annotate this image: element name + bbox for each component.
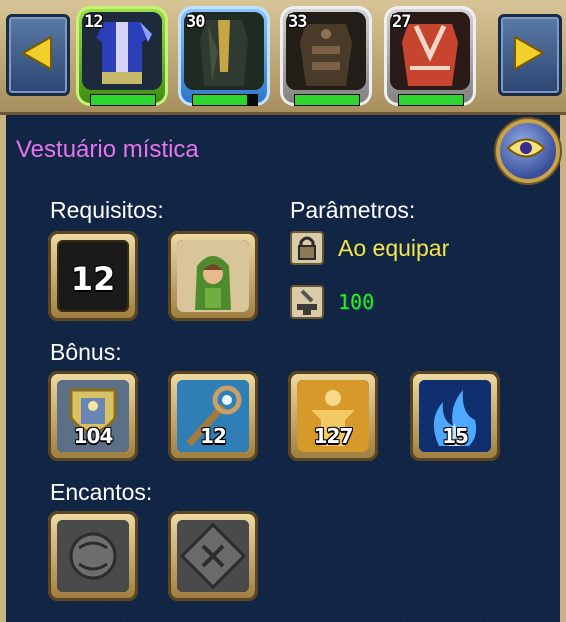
durability-bar — [398, 94, 464, 106]
bonus-value: 15 — [442, 424, 469, 448]
durability-bar-fill — [295, 95, 359, 105]
bonus-tile-3[interactable]: 127 — [288, 371, 378, 461]
durability-bar — [90, 94, 156, 106]
durability-bar — [294, 94, 360, 106]
required-level-tile[interactable]: 12 — [48, 231, 138, 321]
item-details-panel: Vestuário mística Requisitos: Parâmetros… — [0, 115, 566, 622]
requirements-heading: Requisitos: — [50, 197, 164, 223]
empty-enchant-slot-icon — [57, 520, 129, 592]
bonus-heading: Bônus: — [50, 339, 122, 365]
equipment-slot-2[interactable]: 30 — [178, 6, 270, 106]
durability-bar-fill — [399, 95, 463, 105]
durability-row: 100 — [290, 285, 374, 319]
required-class-tile[interactable] — [168, 231, 258, 321]
bonus-value: 127 — [313, 424, 354, 448]
eye-icon — [506, 138, 546, 158]
bonus-tile-2[interactable]: 12 — [168, 371, 258, 461]
view-item-button[interactable] — [496, 119, 560, 183]
anvil-icon — [290, 285, 324, 319]
slot-level: 33 — [288, 12, 308, 32]
durability-bar-fill — [91, 95, 155, 105]
required-level-value: 12 — [70, 260, 116, 298]
bonus-value: 104 — [73, 424, 114, 448]
lock-icon — [290, 231, 324, 265]
slot-level: 30 — [186, 12, 206, 32]
item-name: Vestuário mística — [16, 136, 199, 163]
durability-value: 100 — [338, 290, 375, 314]
empty-rune-slot-icon — [177, 520, 249, 592]
equipment-slot-3[interactable]: 33 — [280, 6, 372, 106]
bonus-tile-4[interactable]: 15 — [410, 371, 500, 461]
binding-text: Ao equipar — [338, 234, 450, 261]
enchant-slot-2[interactable] — [168, 511, 258, 601]
required-level-face: 12 — [57, 240, 129, 312]
previous-item-button[interactable] — [6, 14, 70, 96]
durability-bar-fill — [193, 95, 248, 105]
slot-level: 12 — [84, 12, 104, 32]
enchants-heading: Encantos: — [50, 479, 153, 505]
arrow-right-icon — [514, 35, 546, 71]
next-item-button[interactable] — [498, 14, 562, 96]
bonus-tile-1[interactable]: 104 — [48, 371, 138, 461]
hooded-character-icon — [177, 240, 249, 312]
equipment-slot-4[interactable]: 27 — [384, 6, 476, 106]
binding-row: Ao equipar — [290, 231, 449, 265]
equipment-slot-1[interactable]: 12 — [76, 6, 168, 106]
enchant-slot-1[interactable] — [48, 511, 138, 601]
parameters-heading: Parâmetros: — [290, 197, 416, 223]
bonus-value: 12 — [200, 424, 227, 448]
durability-bar — [192, 94, 258, 106]
equipment-carousel: 12 30 33 27 — [0, 0, 566, 115]
slot-level: 27 — [392, 12, 412, 32]
item-inspect-window: 12 30 33 27 Vestuário mística Requisitos… — [0, 0, 566, 622]
arrow-left-icon — [20, 35, 52, 71]
